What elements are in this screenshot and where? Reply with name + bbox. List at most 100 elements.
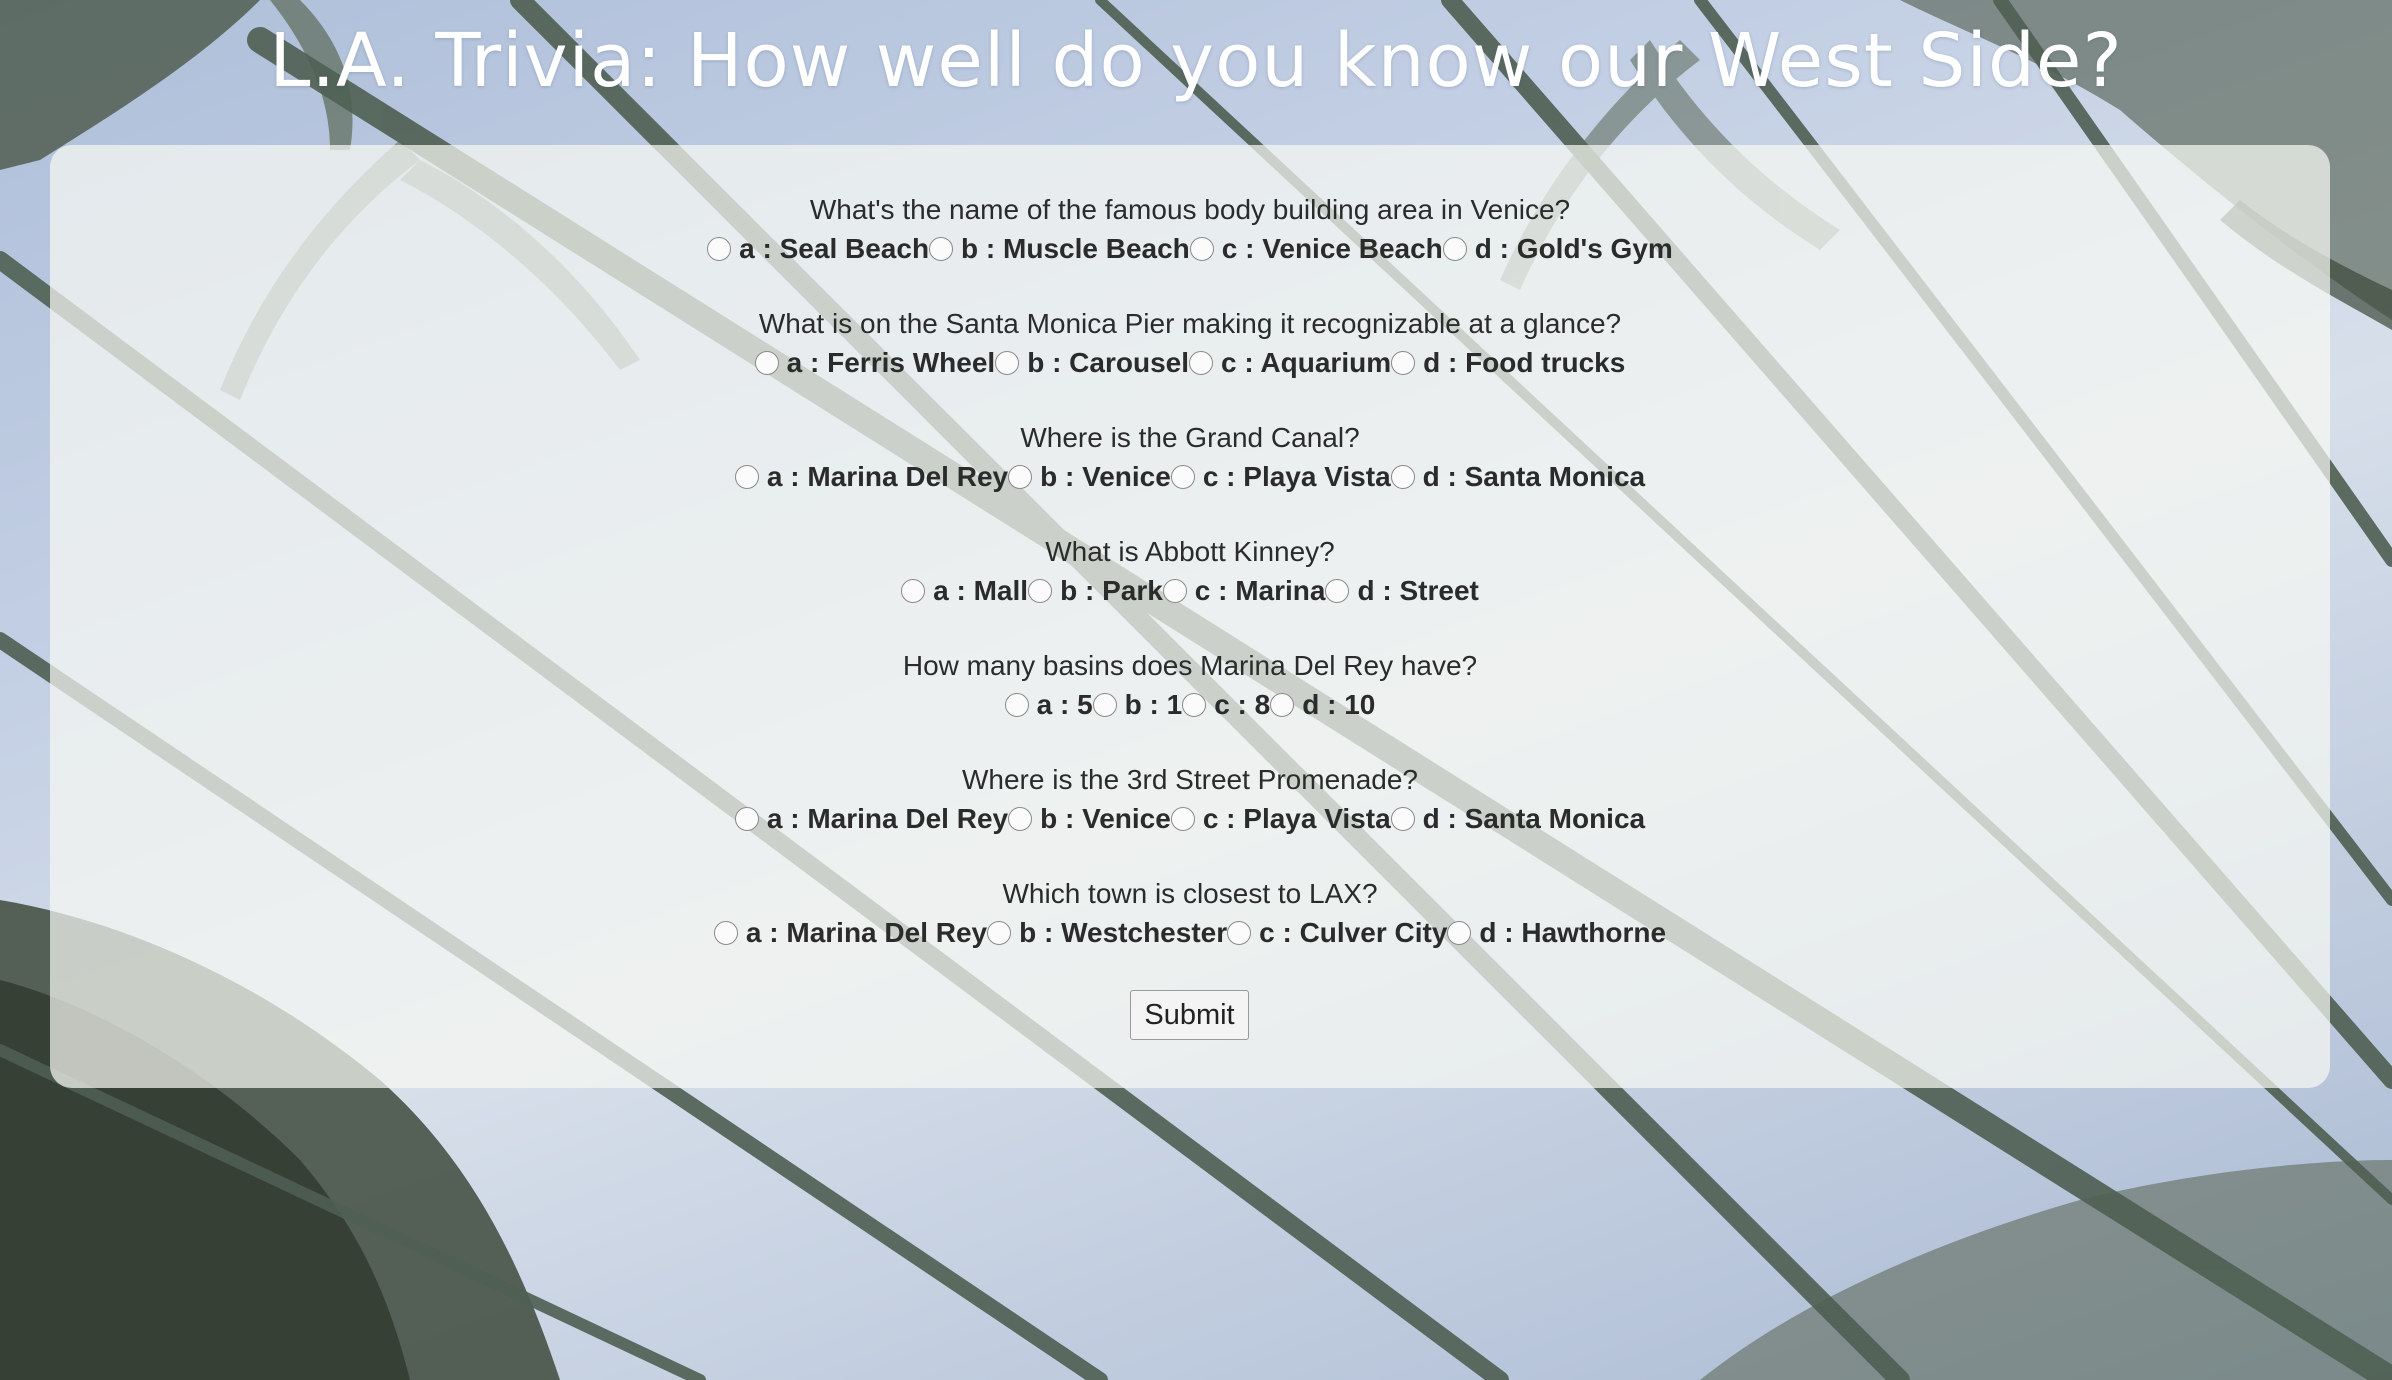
radio-button[interactable] xyxy=(1170,807,1195,831)
option-label: b : Venice xyxy=(1040,461,1171,492)
option-c[interactable]: c : Marina xyxy=(1162,575,1326,607)
option-b[interactable]: b : 1 xyxy=(1092,689,1183,721)
radio-button[interactable] xyxy=(987,921,1012,945)
option-label: d : Santa Monica xyxy=(1422,461,1646,492)
option-label: d : Food trucks xyxy=(1423,347,1626,378)
option-d[interactable]: d : 10 xyxy=(1270,689,1375,721)
radio-button[interactable] xyxy=(707,237,732,261)
option-b[interactable]: b : Park xyxy=(1028,575,1163,607)
radio-button[interactable] xyxy=(1028,579,1053,603)
option-label: c : Playa Vista xyxy=(1202,461,1391,492)
option-d[interactable]: d : Street xyxy=(1325,575,1479,607)
radio-button[interactable] xyxy=(901,579,926,603)
option-label: c : Aquarium xyxy=(1221,347,1392,378)
question-text: What's the name of the famous body build… xyxy=(809,194,1571,225)
option-a[interactable]: a : Seal Beach xyxy=(707,233,929,265)
option-a[interactable]: a : Marina Del Rey xyxy=(713,917,988,949)
question-6: Where is the 3rd Street Promenade? a : M… xyxy=(50,763,2330,877)
question-4: What is Abbott Kinney? a : Mall b : Park… xyxy=(50,535,2330,649)
option-label: d : 10 xyxy=(1302,689,1376,720)
option-label: b : Westchester xyxy=(1019,917,1228,948)
radio-button[interactable] xyxy=(754,351,779,375)
radio-button[interactable] xyxy=(1270,693,1295,717)
option-label: b : Venice xyxy=(1040,803,1171,834)
option-b[interactable]: b : Muscle Beach xyxy=(929,233,1190,265)
radio-button[interactable] xyxy=(1390,807,1415,831)
radio-button[interactable] xyxy=(1008,807,1033,831)
option-d[interactable]: d : Gold's Gym xyxy=(1442,233,1673,265)
option-b[interactable]: b : Carousel xyxy=(995,347,1189,379)
radio-button[interactable] xyxy=(1004,693,1029,717)
option-label: d : Street xyxy=(1357,575,1479,606)
quiz-panel: What's the name of the famous body build… xyxy=(50,145,2330,1088)
option-c[interactable]: c : Aquarium xyxy=(1189,347,1391,379)
submit-button[interactable]: Submit xyxy=(1130,990,1249,1040)
option-c[interactable]: c : 8 xyxy=(1182,689,1270,721)
option-c[interactable]: c : Playa Vista xyxy=(1170,803,1391,835)
option-label: d : Santa Monica xyxy=(1422,803,1646,834)
page-title: L.A. Trivia: How well do you know our We… xyxy=(269,18,2123,104)
question-list: What's the name of the famous body build… xyxy=(50,193,2330,991)
answer-options: a : 5 b : 1 c : 8 d : 10 xyxy=(50,687,2330,723)
option-c[interactable]: c : Culver City xyxy=(1227,917,1447,949)
option-a[interactable]: a : Marina Del Rey xyxy=(734,461,1008,493)
radio-button[interactable] xyxy=(929,237,954,261)
question-text: How many basins does Marina Del Rey have… xyxy=(902,650,1478,681)
option-d[interactable]: d : Santa Monica xyxy=(1390,461,1646,493)
option-a[interactable]: a : 5 xyxy=(1004,689,1093,721)
option-d[interactable]: d : Santa Monica xyxy=(1390,803,1646,835)
question-text: Where is the Grand Canal? xyxy=(1020,422,1360,453)
question-text: Where is the 3rd Street Promenade? xyxy=(961,764,1418,795)
radio-button[interactable] xyxy=(1390,465,1415,489)
option-label: a : Mall xyxy=(933,575,1029,606)
radio-button[interactable] xyxy=(734,807,759,831)
answer-options: a : Marina Del Rey b : Venice c : Playa … xyxy=(50,459,2330,495)
option-c[interactable]: c : Playa Vista xyxy=(1170,461,1391,493)
option-label: a : Marina Del Rey xyxy=(766,803,1009,834)
radio-button[interactable] xyxy=(734,465,759,489)
radio-button[interactable] xyxy=(713,921,738,945)
answer-options: a : Ferris Wheel b : Carousel c : Aquari… xyxy=(50,345,2330,381)
option-label: c : Culver City xyxy=(1259,917,1448,948)
radio-button[interactable] xyxy=(1008,465,1033,489)
question-5: How many basins does Marina Del Rey have… xyxy=(50,649,2330,763)
answer-options: a : Marina Del Rey b : Westchester c : C… xyxy=(50,915,2330,951)
radio-button[interactable] xyxy=(1162,579,1187,603)
answer-options: a : Seal Beach b : Muscle Beach c : Veni… xyxy=(50,231,2330,267)
option-b[interactable]: b : Venice xyxy=(1008,461,1171,493)
question-text: Which town is closest to LAX? xyxy=(1002,878,1378,909)
radio-button[interactable] xyxy=(1182,693,1207,717)
answer-options: a : Mall b : Park c : Marina d : Street xyxy=(50,573,2330,609)
option-d[interactable]: d : Hawthorne xyxy=(1447,917,1666,949)
radio-button[interactable] xyxy=(1189,351,1213,375)
option-label: b : Park xyxy=(1060,575,1163,606)
option-label: c : Marina xyxy=(1194,575,1326,606)
option-label: d : Gold's Gym xyxy=(1474,233,1673,264)
option-label: b : Carousel xyxy=(1027,347,1189,378)
radio-button[interactable] xyxy=(1447,921,1472,945)
question-3: Where is the Grand Canal? a : Marina Del… xyxy=(50,421,2330,535)
option-label: a : Ferris Wheel xyxy=(786,347,996,378)
question-text: What is Abbott Kinney? xyxy=(1045,536,1335,567)
radio-button[interactable] xyxy=(995,351,1020,375)
option-a[interactable]: a : Ferris Wheel xyxy=(754,347,996,379)
option-d[interactable]: d : Food trucks xyxy=(1391,347,1625,379)
radio-button[interactable] xyxy=(1391,351,1416,375)
radio-button[interactable] xyxy=(1227,921,1252,945)
radio-button[interactable] xyxy=(1325,579,1350,603)
radio-button[interactable] xyxy=(1092,693,1117,717)
option-label: b : 1 xyxy=(1124,689,1183,720)
radio-button[interactable] xyxy=(1170,465,1195,489)
option-label: c : 8 xyxy=(1214,689,1271,720)
radio-button[interactable] xyxy=(1442,237,1467,261)
answer-options: a : Marina Del Rey b : Venice c : Playa … xyxy=(50,801,2330,837)
option-a[interactable]: a : Mall xyxy=(901,575,1028,607)
option-c[interactable]: c : Venice Beach xyxy=(1189,233,1443,265)
question-text: What is on the Santa Monica Pier making … xyxy=(758,308,1622,339)
question-2: What is on the Santa Monica Pier making … xyxy=(50,307,2330,421)
option-label: a : Marina Del Rey xyxy=(745,917,988,948)
radio-button[interactable] xyxy=(1189,237,1214,261)
option-a[interactable]: a : Marina Del Rey xyxy=(734,803,1009,835)
option-b[interactable]: b : Westchester xyxy=(987,917,1227,949)
option-b[interactable]: b : Venice xyxy=(1008,803,1171,835)
